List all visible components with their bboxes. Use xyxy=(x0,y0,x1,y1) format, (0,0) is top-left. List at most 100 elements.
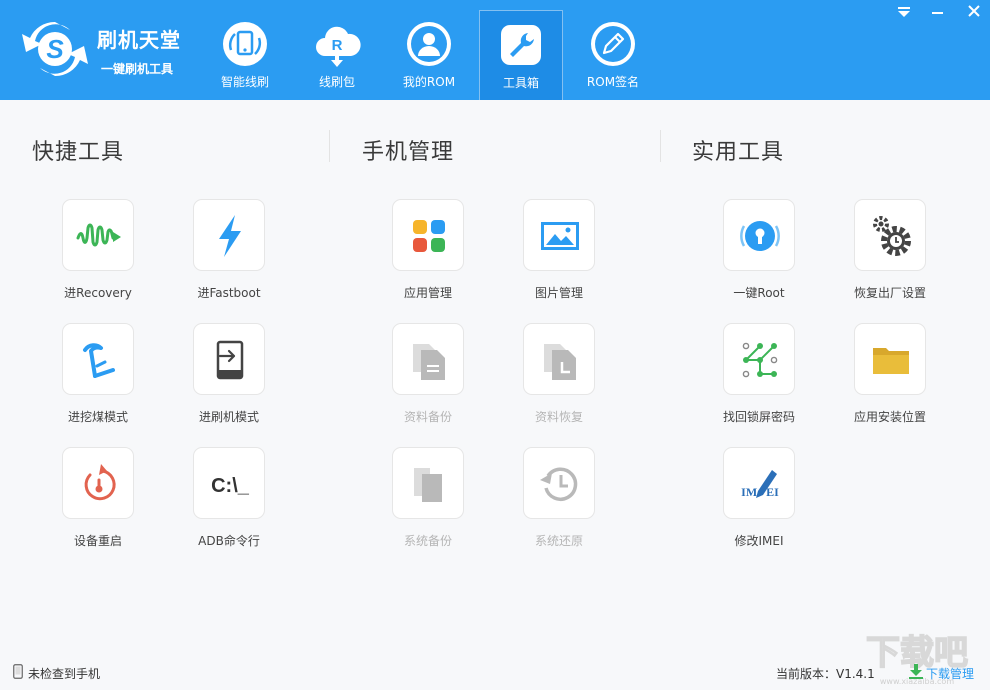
tab-label: 工具箱 xyxy=(502,76,539,90)
tool-factory-reset[interactable]: 恢复出厂设置 xyxy=(835,199,945,309)
tool-enter-recovery[interactable]: 进Recovery xyxy=(43,199,153,309)
tab-my-rom[interactable]: 我的ROM xyxy=(387,10,471,100)
tab-label: 我的ROM xyxy=(402,75,456,89)
tool-tile xyxy=(392,447,464,519)
divider xyxy=(329,130,330,162)
svg-text:C:\_: C:\_ xyxy=(211,475,250,497)
tool-app-management[interactable]: 应用管理 xyxy=(373,199,483,309)
pen-icon xyxy=(591,22,635,66)
lightning-icon xyxy=(219,215,241,257)
dropdown-icon xyxy=(898,7,910,17)
tool-system-backup[interactable]: 系统备份 xyxy=(373,447,483,557)
tool-tile xyxy=(62,199,134,271)
phone-icon xyxy=(13,664,23,679)
tool-tile: C:\_ xyxy=(193,447,265,519)
tab-label: 线刷包 xyxy=(318,75,355,89)
tool-tile xyxy=(392,323,464,395)
dropdown-button[interactable] xyxy=(893,2,915,22)
tool-label: 恢复出厂设置 xyxy=(853,286,926,300)
tab-rom-package[interactable]: R 线刷包 xyxy=(295,10,379,100)
tool-label: 找回锁屏密码 xyxy=(722,410,795,424)
restart-icon xyxy=(84,464,116,501)
tool-label: 图片管理 xyxy=(534,286,583,300)
version-label: 当前版本：V1.4.1 xyxy=(776,667,875,681)
tool-enter-fastboot[interactable]: 进Fastboot xyxy=(174,199,284,309)
tool-label: 资料恢复 xyxy=(534,410,583,424)
folder-icon xyxy=(873,348,909,374)
tab-toolbox[interactable]: 工具箱 xyxy=(479,10,563,100)
mining-mode-icon xyxy=(83,343,115,378)
tab-rom-sign[interactable]: ROM签名 xyxy=(571,10,655,100)
data-restore-icon xyxy=(544,344,576,380)
tool-one-click-root[interactable]: 一键Root xyxy=(704,199,814,309)
tool-tile xyxy=(62,323,134,395)
system-restore-icon xyxy=(540,467,578,501)
tool-tile: IM EI xyxy=(723,447,795,519)
tool-tile xyxy=(193,323,265,395)
tool-label: ADB命令行 xyxy=(198,534,260,548)
svg-text:R: R xyxy=(332,37,343,54)
tool-label: 进Recovery xyxy=(64,286,132,300)
tool-enter-mining-mode[interactable]: 进挖煤模式 xyxy=(43,323,153,433)
tab-label: ROM签名 xyxy=(586,75,640,89)
tool-tile xyxy=(854,323,926,395)
tool-tile xyxy=(62,447,134,519)
section-title-utilities: 实用工具 xyxy=(692,140,785,165)
brand-subtitle: 一键刷机工具 xyxy=(101,62,174,76)
tool-adb-terminal[interactable]: C:\_ ADB命令行 xyxy=(174,447,284,557)
tool-label: 修改IMEI xyxy=(734,534,784,548)
tool-label: 应用安装位置 xyxy=(853,410,926,424)
close-icon xyxy=(968,5,980,17)
tool-enter-flash-mode[interactable]: 进刷机模式 xyxy=(174,323,284,433)
tool-tile xyxy=(523,199,595,271)
data-backup-icon xyxy=(413,344,445,380)
tool-tile xyxy=(854,199,926,271)
minimize-icon xyxy=(932,12,943,14)
download-manager-link[interactable]: 下载管理 xyxy=(926,665,974,682)
section-title-phone-management: 手机管理 xyxy=(362,140,455,165)
tool-app-install-location[interactable]: 应用安装位置 xyxy=(835,323,945,433)
tool-label: 一键Root xyxy=(733,286,785,300)
tool-system-restore[interactable]: 系统还原 xyxy=(504,447,614,557)
tool-label: 设备重启 xyxy=(73,534,122,548)
tool-tile xyxy=(392,199,464,271)
tool-tile xyxy=(523,323,595,395)
recovery-wave-icon xyxy=(76,223,121,247)
tool-data-restore[interactable]: 资料恢复 xyxy=(504,323,614,433)
header-bar: S 刷机天堂 一键刷机工具 智能线刷 R 线刷包 我的ROM 工具箱 ROM签名 xyxy=(0,0,990,100)
svg-text:S: S xyxy=(46,34,64,64)
tool-tile xyxy=(723,323,795,395)
gears-icon xyxy=(873,216,911,256)
download-icon xyxy=(909,664,923,679)
tool-image-management[interactable]: 图片管理 xyxy=(504,199,614,309)
smart-flash-icon xyxy=(223,22,267,66)
root-lock-icon xyxy=(740,221,780,251)
imei-edit-icon: IM EI xyxy=(741,470,779,499)
app-logo-icon: S xyxy=(22,21,88,77)
apps-icon xyxy=(413,220,445,252)
tool-device-restart[interactable]: 设备重启 xyxy=(43,447,153,557)
tool-label: 资料备份 xyxy=(403,410,452,424)
tool-recover-lock-password[interactable]: 找回锁屏密码 xyxy=(704,323,814,433)
tool-tile xyxy=(523,447,595,519)
tool-label: 进Fastboot xyxy=(197,286,261,300)
tool-tile xyxy=(723,199,795,271)
image-icon xyxy=(541,222,579,250)
pattern-lock-icon xyxy=(742,342,778,378)
system-backup-icon xyxy=(414,468,442,502)
user-icon xyxy=(407,22,451,66)
terminal-icon: C:\_ xyxy=(211,475,250,497)
close-button[interactable] xyxy=(963,2,985,22)
rom-package-icon: R xyxy=(316,26,361,67)
device-status: 未检查到手机 xyxy=(28,667,101,681)
tool-label: 系统还原 xyxy=(534,534,583,548)
tool-label: 进刷机模式 xyxy=(198,410,259,424)
tab-smart-flash[interactable]: 智能线刷 xyxy=(203,10,287,100)
tool-data-backup[interactable]: 资料备份 xyxy=(373,323,483,433)
tool-modify-imei[interactable]: IM EI 修改IMEI xyxy=(704,447,814,557)
tool-label: 系统备份 xyxy=(403,534,452,548)
minimize-button[interactable] xyxy=(926,2,948,22)
wrench-icon xyxy=(501,25,541,65)
status-bar: 未检查到手机 当前版本：V1.4.1 下载管理 xyxy=(0,655,990,690)
section-title-quick-tools: 快捷工具 xyxy=(32,140,125,165)
